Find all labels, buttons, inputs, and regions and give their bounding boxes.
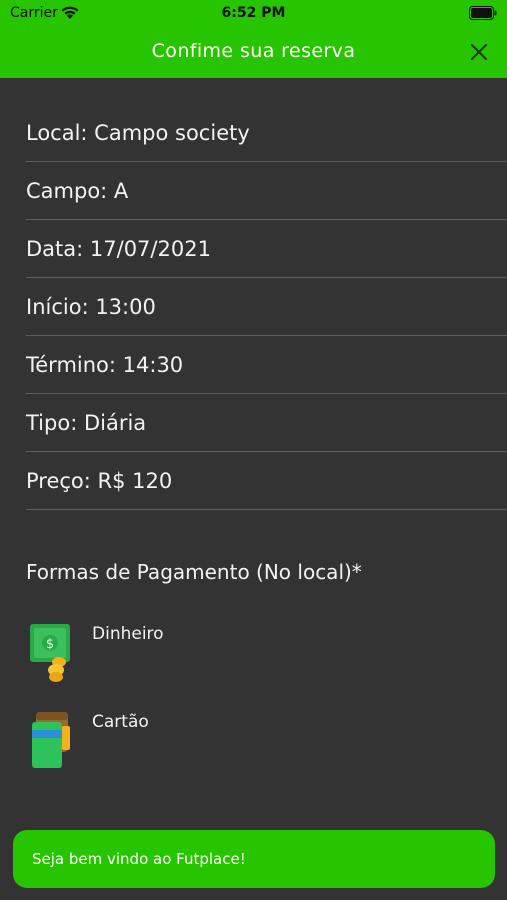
reservation-details: Local: Campo society Campo: A Data: 17/0… — [26, 104, 507, 510]
detail-row-local: Local: Campo society — [26, 104, 507, 162]
detail-text: Preço: R$ 120 — [26, 468, 173, 493]
payment-method-card[interactable]: Cartão — [26, 708, 326, 778]
payment-method-cash[interactable]: $ Dinheiro — [26, 620, 326, 690]
status-bar: Carrier 6:52 PM — [0, 0, 507, 28]
payment-label-cash: Dinheiro — [92, 624, 164, 644]
detail-text: Campo: A — [26, 178, 129, 203]
detail-text: Tipo: Diária — [26, 410, 147, 435]
detail-row-campo: Campo: A — [26, 162, 507, 220]
detail-text: Data: 17/07/2021 — [26, 236, 211, 261]
close-icon — [471, 44, 487, 60]
clock: 6:52 PM — [221, 5, 286, 21]
detail-text: Local: Campo society — [26, 120, 250, 145]
payment-label-card: Cartão — [92, 712, 149, 732]
detail-row-tipo: Tipo: Diária — [26, 394, 507, 452]
payment-methods-title: Formas de Pagamento (No local)* — [26, 560, 362, 584]
detail-text: Início: 13:00 — [26, 294, 156, 319]
detail-row-data: Data: 17/07/2021 — [26, 220, 507, 278]
detail-row-inicio: Início: 13:00 — [26, 278, 507, 336]
detail-row-preco: Preço: R$ 120 — [26, 452, 507, 510]
battery-icon — [469, 6, 497, 20]
toast-message: Seja bem vindo ao Futplace! — [32, 850, 246, 868]
close-button[interactable] — [467, 40, 491, 64]
navigation-bar: Carrier 6:52 PM Confime sua reserva — [0, 0, 507, 78]
cash-icon: $ — [30, 624, 70, 682]
detail-text: Término: 14:30 — [26, 352, 184, 377]
detail-row-termino: Término: 14:30 — [26, 336, 507, 394]
welcome-toast[interactable]: Seja bem vindo ao Futplace! — [13, 830, 495, 888]
page-title: Confime sua reserva — [151, 40, 356, 62]
svg-text:$: $ — [46, 637, 54, 652]
card-icon — [32, 712, 70, 768]
